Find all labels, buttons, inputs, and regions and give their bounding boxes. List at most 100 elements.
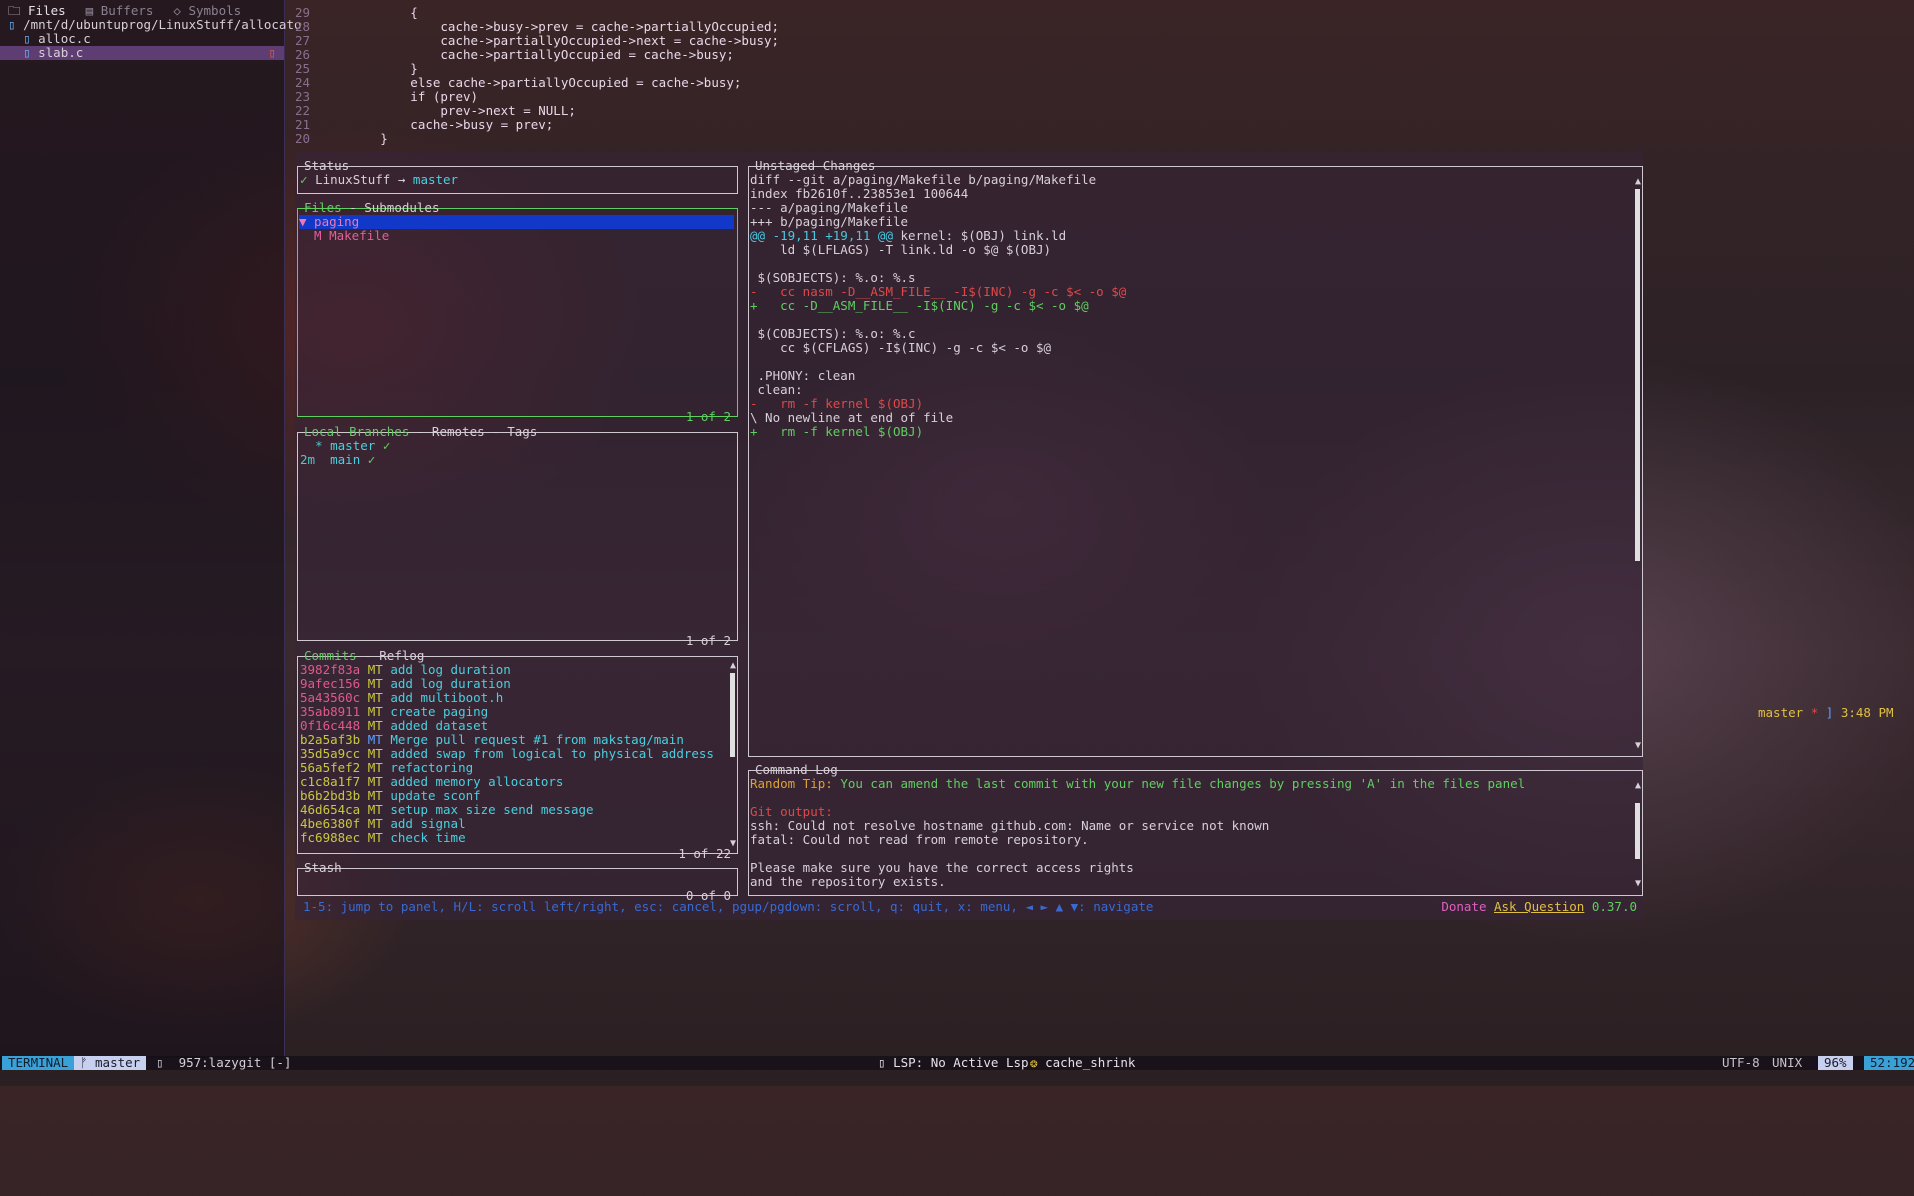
status-line: ✓ LinuxStuff → master [300, 172, 459, 187]
commit-sha: 5a43560c [300, 690, 361, 705]
line-number: 22 [294, 103, 310, 118]
commit-sha: 35d5a9cc [300, 746, 361, 761]
tree-file-alloc[interactable]: ▯ alloc.c [0, 32, 284, 46]
scroll-down-icon[interactable]: ▼ [1635, 741, 1641, 751]
diff-text: - rm -f kernel $(OBJ) [750, 396, 924, 411]
commit-author: MT [367, 802, 383, 817]
commit-row[interactable]: 0f16c448 MT added dataset [300, 719, 714, 733]
commit-row[interactable]: b6b2bd3b MT update sconf [300, 789, 714, 803]
footer-links: Donate Ask Question 0.37.0 [1441, 900, 1637, 914]
commit-author: MT [367, 830, 383, 845]
scroll-up-icon[interactable]: ▲ [1635, 177, 1641, 187]
commit-row[interactable]: c1c8a1f7 MT added memory allocators [300, 775, 714, 789]
commit-author: MT [367, 774, 383, 789]
commit-row[interactable]: 56a5fef2 MT refactoring [300, 761, 714, 775]
code-text: cache->partiallyOccupied = cache->busy; [320, 47, 734, 62]
tab-symbols[interactable]: ◇ Symbols [165, 4, 253, 18]
diff-text: + rm -f kernel $(OBJ) [750, 424, 924, 439]
stash-panel[interactable]: Stash 0 of 0 [297, 861, 738, 903]
commit-sha: fc6988ec [300, 830, 361, 845]
files-panel[interactable]: Files - Submodules ▼ paging M Makefile 1… [297, 201, 738, 424]
panel-title: Stash [304, 860, 342, 875]
nvim-statusline: TERMINAL ᚠ master ▯ 957:lazygit [-] ▯ LS… [0, 1056, 1914, 1070]
code-line: 21 cache->busy = prev; [286, 118, 1906, 132]
panel-footer: 1 of 2 [685, 633, 731, 648]
project-name: ❂ cache_shrink [1030, 1055, 1136, 1070]
cursor-position: 52:192 [1864, 1056, 1914, 1070]
diff-text: diff --git a/paging/Makefile b/paging/Ma… [750, 172, 1097, 187]
ask-question-link[interactable]: Ask Question [1494, 899, 1584, 914]
scroll-up-icon[interactable]: ▲ [1635, 781, 1641, 791]
commit-row[interactable]: 46d654ca MT setup max size send message [300, 803, 714, 817]
commit-row[interactable]: 35ab8911 MT create paging [300, 705, 714, 719]
commit-sha: 4be6380f [300, 816, 361, 831]
tree-file-slab[interactable]: ▯ slab.c ▯ [0, 46, 284, 60]
diff-text: .PHONY: clean [750, 368, 856, 383]
commit-author: MT [367, 788, 383, 803]
code-line: 23 if (prev) [286, 90, 1906, 104]
commits-panel[interactable]: Commits - Reflog 3982f83a MT add log dur… [297, 649, 738, 861]
file-tree-sidebar: 🗀 Files ▤ Buffers ◇ Symbols ▯ /mnt/d/ubu… [0, 0, 302, 1058]
branch-row[interactable]: * master ✓ [300, 439, 390, 453]
unstaged-changes-panel[interactable]: Unstaged Changes diff --git a/paging/Mak… [748, 159, 1643, 757]
diff-line: +++ b/paging/Makefile [750, 215, 1126, 229]
scroll-up-icon[interactable]: ▲ [730, 661, 736, 671]
commit-author: MT [367, 816, 383, 831]
shell-git-status: master * ] 3:48 PM [1758, 705, 1894, 720]
commit-row[interactable]: 35d5a9cc MT added swap from logical to p… [300, 747, 714, 761]
file-row-paging[interactable]: ▼ paging [299, 215, 734, 229]
lazygit-window: Status ✓ LinuxStuff → master Files - Sub… [295, 152, 1643, 920]
commit-author: MT [367, 760, 383, 775]
diff-line [750, 313, 1126, 327]
mode-indicator: TERMINAL [2, 1056, 75, 1070]
scroll-down-icon[interactable]: ▼ [1635, 879, 1641, 889]
c-file-icon: ▯ [23, 45, 39, 60]
branches-panel[interactable]: Local Branches - Remotes - Tags * master… [297, 425, 738, 648]
commit-author: MT [367, 676, 383, 691]
commit-author: MT [367, 704, 383, 719]
tree-root-folder[interactable]: ▯ /mnt/d/ubuntuprog/LinuxStuff/allocato [0, 18, 302, 32]
code-text: prev->next = NULL; [320, 103, 576, 118]
diff-line: @@ -19,11 +19,11 @@ kernel: $(OBJ) link.… [750, 229, 1126, 243]
commit-sha: 56a5fef2 [300, 760, 361, 775]
tab-files[interactable]: 🗀 Files [0, 4, 78, 18]
commit-message: added memory allocators [390, 774, 564, 789]
commits-scrollbar[interactable] [730, 673, 735, 757]
commit-sha: 9afec156 [300, 676, 361, 691]
commit-sha: c1c8a1f7 [300, 774, 361, 789]
commit-row[interactable]: 5a43560c MT add multiboot.h [300, 691, 714, 705]
code-line: 25 } [286, 62, 1906, 76]
log-scrollbar[interactable] [1635, 803, 1640, 859]
git-branch: ᚠ master [74, 1056, 147, 1070]
diff-line: cc $(CFLAGS) -I$(INC) -g -c $< -o $@ [750, 341, 1126, 355]
diff-text: ld $(LFLAGS) -T link.ld -o $@ $(OBJ) [750, 242, 1052, 257]
donate-link[interactable]: Donate [1441, 899, 1486, 914]
diff-scrollbar[interactable] [1635, 189, 1640, 561]
commit-row[interactable]: fc6988ec MT check time [300, 831, 714, 845]
code-line: 20 } [286, 132, 1906, 146]
commit-message: setup max size send message [390, 802, 594, 817]
tab-buffers[interactable]: ▤ Buffers [78, 4, 166, 18]
commit-row[interactable]: 3982f83a MT add log duration [300, 663, 714, 677]
branch-row[interactable]: 2m main ✓ [300, 453, 375, 467]
panel-title: Files - Submodules [304, 200, 440, 215]
diff-line: + cc -D__ASM_FILE__ -I$(INC) -g -c $< -o… [750, 299, 1126, 313]
diff-line: .PHONY: clean [750, 369, 1126, 383]
file-row-makefile[interactable]: M Makefile [299, 229, 389, 243]
line-number: 29 [294, 5, 310, 20]
lsp-icon: ▯ [878, 1055, 894, 1070]
commit-row[interactable]: 4be6380f MT add signal [300, 817, 714, 831]
commit-message: add signal [390, 816, 466, 831]
commit-message: add log duration [390, 662, 511, 677]
diff-line: ld $(LFLAGS) -T link.ld -o $@ $(OBJ) [750, 243, 1126, 257]
status-panel[interactable]: Status ✓ LinuxStuff → master [297, 159, 738, 194]
commit-row[interactable]: b2a5af3b MT Merge pull request #1 from m… [300, 733, 714, 747]
commit-row[interactable]: 9afec156 MT add log duration [300, 677, 714, 691]
lsp-status: ▯ LSP: No Active Lsp [878, 1055, 1029, 1070]
log-line: ssh: Could not resolve hostname github.c… [750, 818, 1270, 833]
diff-line: index fb2610f..23853e1 100644 [750, 187, 1126, 201]
diff-text: + cc -D__ASM_FILE__ -I$(INC) -g -c $< -o… [750, 298, 1089, 313]
diff-text: cc $(CFLAGS) -I$(INC) -g -c $< -o $@ [750, 340, 1052, 355]
diff-line: - rm -f kernel $(OBJ) [750, 397, 1126, 411]
log-line: fatal: Could not read from remote reposi… [750, 832, 1089, 847]
